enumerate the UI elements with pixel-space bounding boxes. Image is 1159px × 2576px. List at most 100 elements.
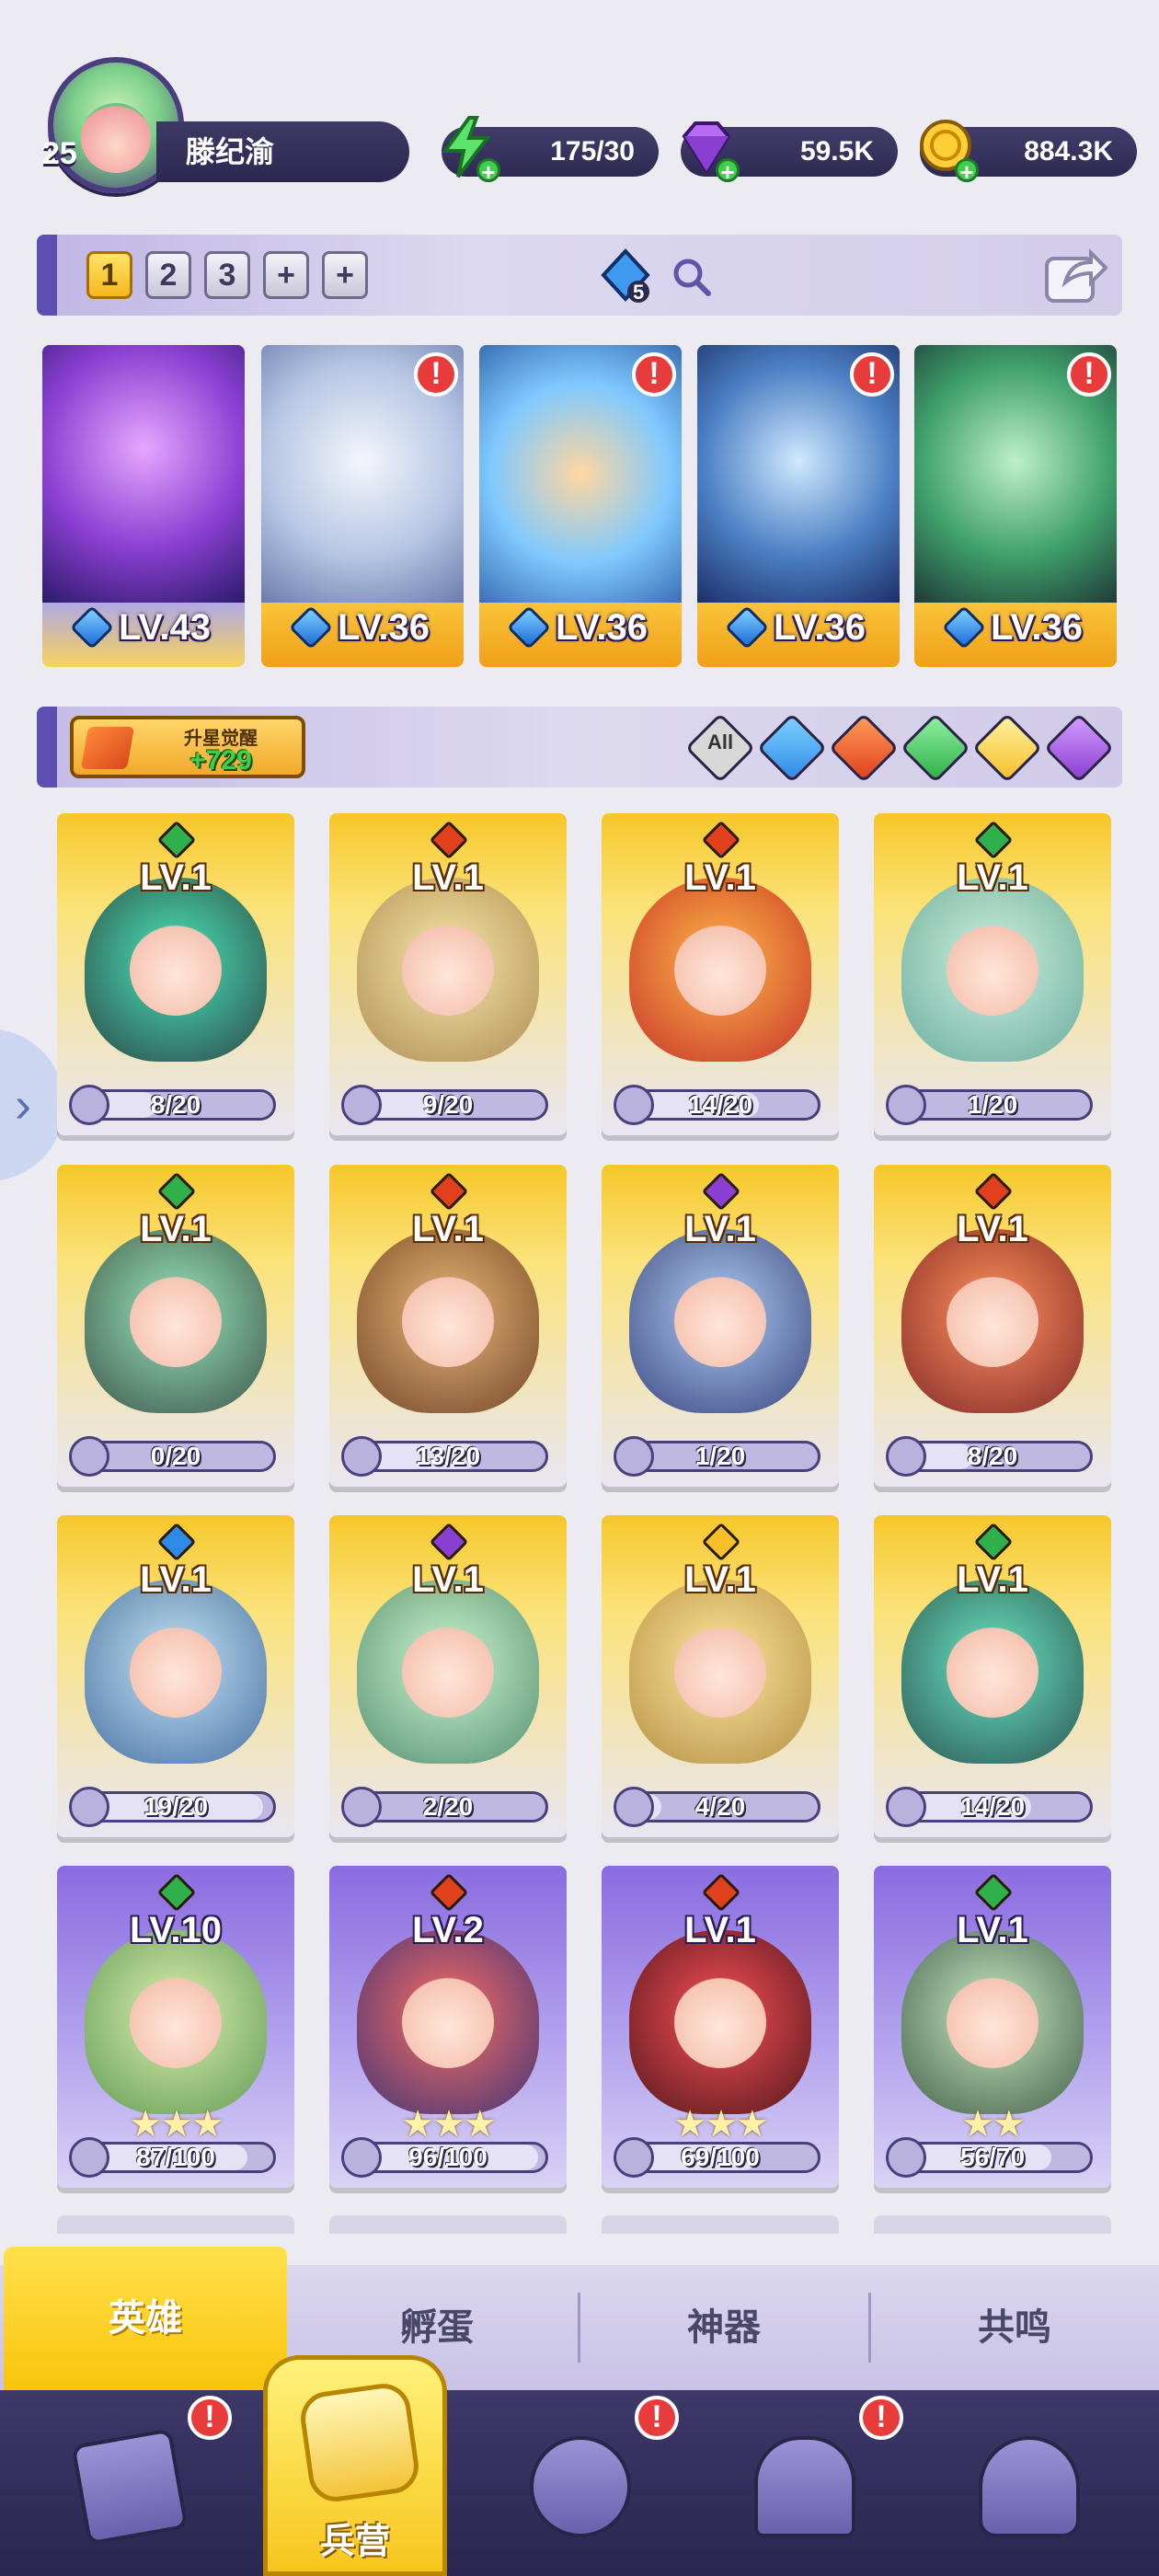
- hero-level: LV.2: [412, 1910, 484, 1950]
- sword-icon: [80, 727, 135, 769]
- hero-card[interactable]: LV.1 14/20: [874, 1515, 1111, 1837]
- nav-map[interactable]: [511, 2418, 649, 2556]
- hero-face: [130, 1275, 222, 1367]
- element-gem-icon: [724, 604, 769, 650]
- hero-card[interactable]: LV.1 9/20: [329, 813, 567, 1135]
- shard-progress-text: 69/100: [681, 2143, 760, 2171]
- hero-card[interactable]: LV.1 14/20: [602, 813, 839, 1135]
- nav-map-alert-icon: !: [635, 2396, 679, 2440]
- share-icon[interactable]: [1043, 246, 1107, 305]
- crystal-count: 5: [633, 281, 645, 304]
- filter-all-label: All: [706, 730, 734, 753]
- team-hero-4[interactable]: LV.36 !: [697, 345, 900, 667]
- energy-value: 175/30: [550, 136, 635, 167]
- hero-card[interactable]: LV.1 4/20: [602, 1515, 839, 1837]
- hero-level: LV.10: [129, 1910, 223, 1950]
- shard-progress-bar: 14/20: [886, 1787, 1093, 1827]
- energy-pill[interactable]: + 175/30: [442, 116, 659, 184]
- shard-progress-text: 0/20: [150, 1442, 201, 1470]
- nav-barracks-label: 兵营: [319, 2523, 390, 2561]
- gems-pill[interactable]: + 59.5K: [681, 121, 898, 184]
- filter-water-icon[interactable]: [756, 712, 828, 784]
- hero-card[interactable]: LV.1 1/20: [874, 813, 1111, 1135]
- coins-value: 884.3K: [1024, 136, 1113, 167]
- top-bar: 25 滕纪渝 + 175/30 + 59.5K + 884.3K: [0, 0, 1159, 212]
- hero-face: [130, 1626, 222, 1718]
- nav-cards[interactable]: [61, 2418, 199, 2556]
- side-drawer-tab[interactable]: ›: [0, 1029, 64, 1181]
- hero-level: LV.1: [412, 1559, 484, 1600]
- hero-card[interactable]: LV.10 ★★★ 87/100: [57, 1866, 294, 2188]
- hero-card[interactable]: LV.1 ★★★ 69/100: [602, 1866, 839, 2188]
- team-slot-add-2[interactable]: +: [322, 251, 368, 299]
- crystal-icon[interactable]: [598, 247, 653, 306]
- hero-face: [402, 924, 494, 1016]
- team-hero-3[interactable]: LV.36 !: [479, 345, 682, 667]
- hero-card[interactable]: LV.1 2/20: [329, 1515, 567, 1837]
- shard-progress-text: 14/20: [687, 1090, 753, 1119]
- hero-level: LV.1: [957, 1209, 1028, 1249]
- energy-add-icon[interactable]: +: [476, 158, 500, 184]
- team-slot-3[interactable]: 3: [204, 251, 250, 299]
- hero-level: LV.1: [140, 1559, 212, 1600]
- hero-card[interactable]: LV.1 ★★ 56/70: [874, 1866, 1111, 2188]
- filter-light-icon[interactable]: [971, 712, 1043, 784]
- hero-card[interactable]: LV.1 1/20: [602, 1165, 839, 1487]
- team-bar: 1 2 3 + + 5: [37, 235, 1122, 316]
- shard-progress-text: 1/20: [694, 1442, 746, 1470]
- team-hero-level: LV.36: [914, 604, 1117, 650]
- hero-card[interactable]: LV.1 13/20: [329, 1165, 567, 1487]
- shard-progress-text: 1/20: [967, 1090, 1018, 1119]
- shard-progress-bar: 13/20: [341, 1436, 548, 1477]
- shard-progress-bar: 1/20: [614, 1436, 820, 1477]
- coins-add-icon[interactable]: +: [955, 158, 979, 184]
- shard-progress-text: 8/20: [967, 1442, 1018, 1470]
- next-row-card: [874, 2215, 1111, 2234]
- shard-progress-text: 96/100: [408, 2143, 488, 2171]
- team-hero-1[interactable]: LV.43: [42, 345, 245, 667]
- hero-card[interactable]: LV.1 8/20: [57, 813, 294, 1135]
- team-hero-portrait: [42, 345, 245, 603]
- map-icon: [530, 2436, 631, 2537]
- nav-barracks[interactable]: 兵营: [263, 2355, 447, 2576]
- tab-heroes[interactable]: 英雄: [4, 2247, 287, 2390]
- hero-level: LV.1: [684, 1910, 756, 1950]
- team-slot-1[interactable]: 1: [86, 251, 132, 299]
- hero-face: [402, 1976, 494, 2068]
- hero-face: [674, 1275, 766, 1367]
- shard-progress-text: 4/20: [694, 1792, 746, 1821]
- coins-pill[interactable]: + 884.3K: [920, 120, 1137, 184]
- filter-nature-icon[interactable]: [900, 712, 971, 784]
- hero-card[interactable]: LV.1 19/20: [57, 1515, 294, 1837]
- tab-resonance[interactable]: 共鸣: [872, 2265, 1157, 2390]
- filter-dark-icon[interactable]: [1043, 712, 1115, 784]
- team-hero-5[interactable]: LV.36 !: [914, 345, 1117, 667]
- shard-progress-bar: 87/100: [69, 2137, 276, 2178]
- team-bar-accent: [37, 235, 57, 316]
- shard-progress-bar: 8/20: [69, 1085, 276, 1125]
- shard-progress-text: 14/20: [959, 1792, 1026, 1821]
- team-hero-2[interactable]: LV.36 !: [261, 345, 464, 667]
- hero-card[interactable]: LV.1 8/20: [874, 1165, 1111, 1487]
- hero-card[interactable]: LV.1 0/20: [57, 1165, 294, 1487]
- magnifier-icon[interactable]: [671, 257, 712, 297]
- mushroom-icon: [979, 2436, 1080, 2537]
- shard-progress-bar: 69/100: [614, 2137, 820, 2178]
- team-slot-add-1[interactable]: +: [263, 251, 309, 299]
- chevron-right-icon: ›: [15, 1077, 31, 1133]
- nav-cards-alert-icon: !: [188, 2396, 232, 2440]
- hero-face: [402, 1275, 494, 1367]
- hero-face: [674, 1976, 766, 2068]
- nav-temple[interactable]: [736, 2418, 874, 2556]
- team-slot-2[interactable]: 2: [145, 251, 191, 299]
- shard-progress-bar: 56/70: [886, 2137, 1093, 2178]
- category-tabs: 英雄 孵蛋 神器 共鸣: [0, 2247, 1159, 2390]
- nav-mushroom[interactable]: [960, 2418, 1098, 2556]
- nav-temple-alert-icon: !: [859, 2396, 903, 2440]
- tab-artifacts[interactable]: 神器: [581, 2265, 866, 2390]
- star-awaken-button[interactable]: 升星觉醒 +729: [70, 716, 305, 778]
- shard-progress-text: 9/20: [422, 1090, 474, 1119]
- hero-card[interactable]: LV.2 ★★★ 96/100: [329, 1866, 567, 2188]
- filter-fire-icon[interactable]: [828, 712, 900, 784]
- gems-add-icon[interactable]: +: [716, 158, 740, 184]
